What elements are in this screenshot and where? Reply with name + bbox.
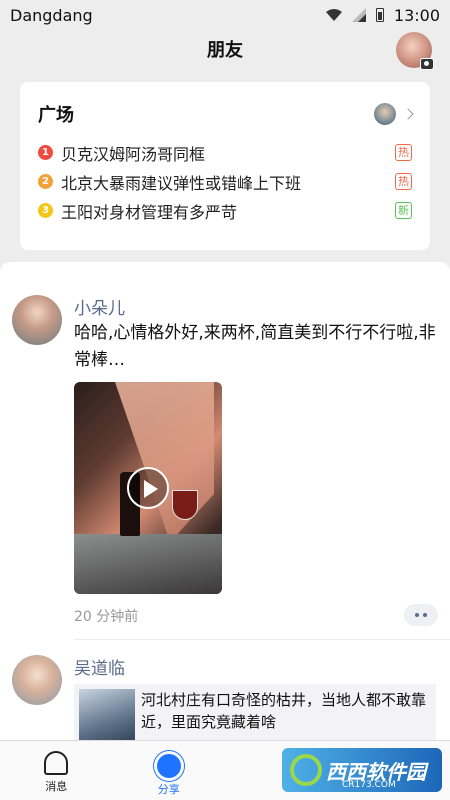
post-video[interactable] <box>74 382 222 594</box>
hot-topic-list: 1 贝克汉姆阿汤哥同框热 2 北京大暴雨建议弹性或错峰上下班热 3 王阳对身材管理有多严苛… <box>38 138 412 225</box>
divider <box>74 639 450 640</box>
tab-label: 分享 <box>157 783 180 796</box>
hot-topic-item[interactable]: 3 王阳对身材管理有多严苛 新 <box>38 196 412 225</box>
carrier-name: Dangdang <box>10 5 93 25</box>
status-bar: Dangdang 13:00 <box>0 0 450 30</box>
profile-avatar-button[interactable] <box>396 32 434 70</box>
rank-badge: 3 <box>38 203 53 218</box>
chevron-right-icon <box>402 108 414 120</box>
topic-tag: 热 <box>395 144 412 161</box>
square-card[interactable]: 广场 1 贝克汉姆阿汤哥同框热 2 北京大暴雨建议弹性或错峰上下班热 3 王阳对身材管理有… <box>20 82 430 250</box>
battery-icon <box>375 8 384 22</box>
link-title: 河北村庄有口奇怪的枯井，当地人都不敢靠近，里面究竟藏着啥 <box>141 691 427 731</box>
post-author-name[interactable]: 吴道临 <box>74 654 125 679</box>
feed-panel: 小朵儿 哈哈,心情格外好,来两杯,简直美到不行不行啦,非常棒… 20 分钟前 吴… <box>0 262 450 740</box>
topic-tag: 新 <box>395 202 412 219</box>
topic-tag: 热 <box>395 173 412 190</box>
wifi-icon <box>325 9 342 21</box>
clock: 13:00 <box>393 5 440 25</box>
play-icon[interactable] <box>127 467 169 509</box>
logo-icon <box>290 754 322 786</box>
hot-topic-text: 贝克汉姆阿汤哥同框 <box>61 144 206 164</box>
dot-icon <box>415 613 419 617</box>
square-title: 广场 <box>38 105 74 126</box>
wine-glass-image <box>172 490 198 520</box>
watermark-subtext: CR173.COM <box>342 780 396 790</box>
hot-topic-text: 王阳对身材管理有多严苛 <box>61 202 238 222</box>
sun-icon <box>156 754 181 778</box>
hot-topic-text: 北京大暴雨建议弹性或错峰上下班 <box>61 173 302 193</box>
square-header: 广场 <box>38 102 414 126</box>
hot-topic-item[interactable]: 1 贝克汉姆阿汤哥同框 热 <box>38 138 412 167</box>
square-more-button[interactable] <box>374 103 414 125</box>
page-title: 朋友 <box>207 40 243 61</box>
rank-badge: 1 <box>38 145 53 160</box>
link-thumbnail <box>79 689 135 740</box>
hot-topic-item[interactable]: 2 北京大暴雨建议弹性或错峰上下班 热 <box>38 167 412 196</box>
square-avatar <box>374 103 396 125</box>
rank-badge: 2 <box>38 174 53 189</box>
dot-icon <box>423 613 427 617</box>
post-text: 哈哈,心情格外好,来两杯,简直美到不行不行啦,非常棒… <box>74 323 436 370</box>
post-author-name[interactable]: 小朵儿 <box>74 294 125 319</box>
camera-icon <box>420 58 434 70</box>
watermark-logo: 西西软件园 CR173.COM <box>282 748 442 792</box>
shared-link-card[interactable]: 河北村庄有口奇怪的枯井，当地人都不敢靠近，里面究竟藏着啥 <box>74 684 436 740</box>
tab-messages[interactable]: 消息 <box>0 741 113 800</box>
tab-bar: 消息 分享 西西软件园 CR173.COM <box>0 740 450 800</box>
post-avatar[interactable] <box>12 655 62 705</box>
header: 朋友 <box>0 30 450 70</box>
tab-share[interactable]: 分享 <box>113 741 226 800</box>
bell-icon <box>44 751 69 775</box>
tab-label: 消息 <box>45 780 68 793</box>
status-icons: 13:00 <box>325 5 440 25</box>
signal-icon <box>351 8 366 22</box>
post-time: 20 分钟前 <box>74 609 139 625</box>
more-options-button[interactable] <box>404 604 438 626</box>
post-avatar[interactable] <box>12 295 62 345</box>
